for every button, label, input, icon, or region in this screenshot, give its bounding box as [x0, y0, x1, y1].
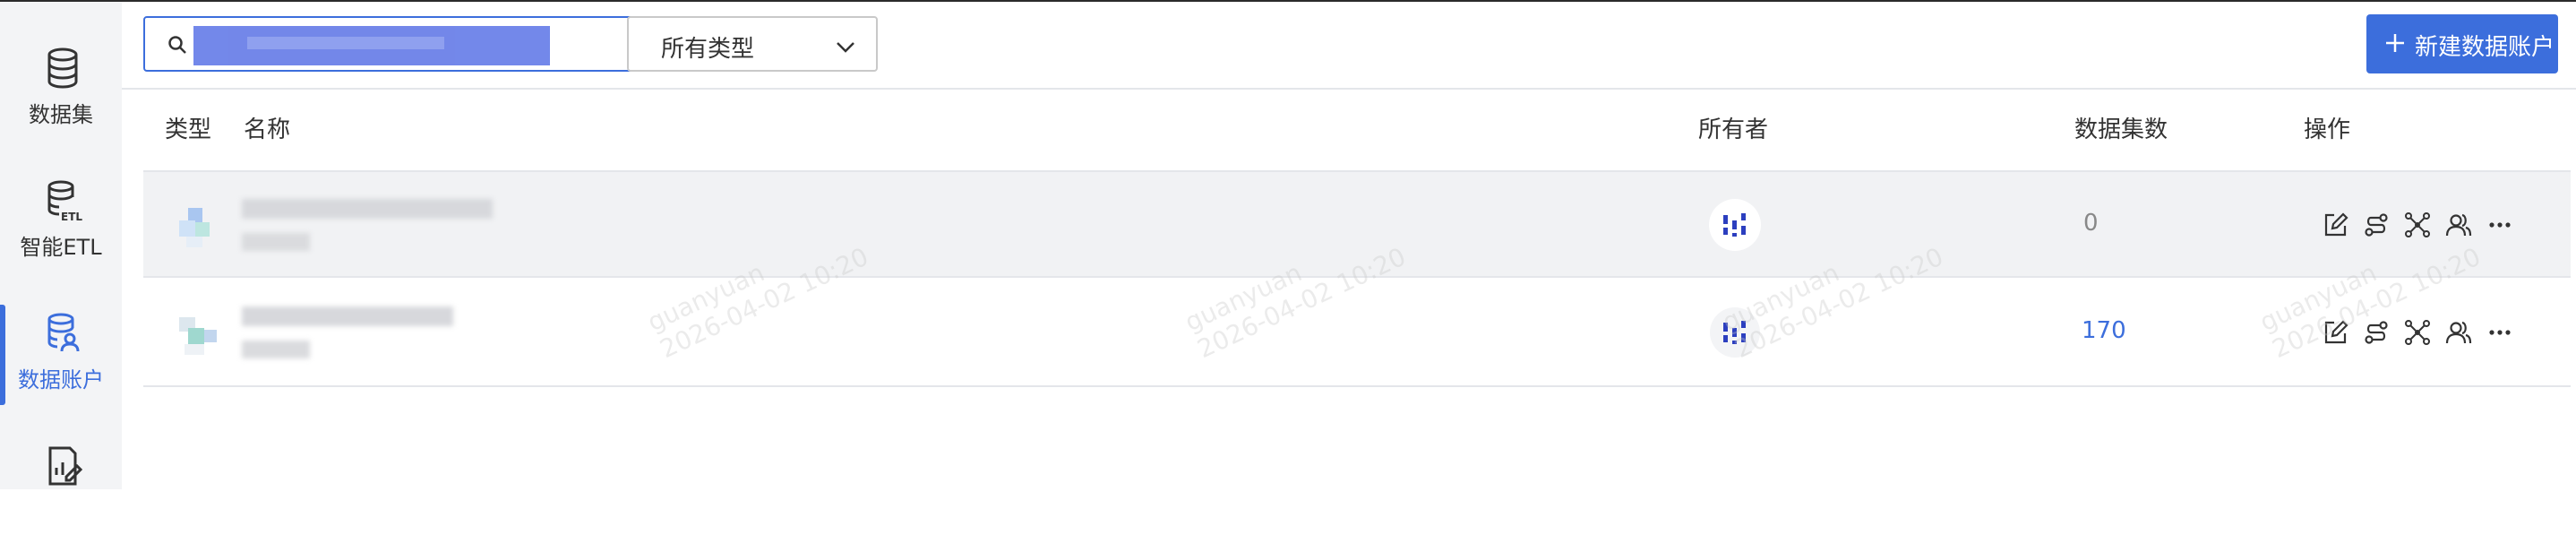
lineage-icon[interactable] — [2404, 319, 2431, 346]
plus-icon — [2386, 34, 2404, 52]
users-icon[interactable] — [2445, 319, 2472, 346]
column-header-dataset-count: 数据集数 — [2074, 116, 2168, 143]
dataset-count-link[interactable]: 170 — [2082, 317, 2126, 344]
sidebar-item-data-account[interactable]: 数据账户 — [0, 303, 122, 419]
more-icon[interactable] — [2486, 319, 2513, 346]
sidebar-item-report[interactable] — [0, 436, 122, 552]
column-header-owner: 所有者 — [1698, 116, 1769, 143]
edit-icon[interactable] — [2322, 211, 2348, 238]
new-button-label: 新建数据账户 — [2415, 34, 2555, 61]
report-edit-icon — [48, 446, 82, 486]
etl-database-icon: ETL — [47, 180, 82, 222]
sidebar-item-label: 智能ETL — [20, 235, 102, 260]
sidebar: 数据集 ETL 智能ETL 数据账户 — [0, 2, 122, 489]
new-data-account-button[interactable]: 新建数据账户 — [2366, 14, 2558, 73]
chevron-down-icon — [837, 42, 854, 53]
type-filter-value: 所有类型 — [661, 36, 755, 63]
sidebar-item-smart-etl[interactable]: ETL 智能ETL — [0, 170, 122, 287]
table-row[interactable]: 170 — [143, 280, 2571, 387]
window-top-border — [0, 0, 2576, 2]
account-type-icon — [179, 208, 210, 247]
svg-text:ETL: ETL — [61, 211, 82, 222]
account-name-redacted — [242, 306, 453, 326]
connection-icon[interactable] — [2363, 211, 2390, 238]
dataset-count: 0 — [2083, 210, 2099, 237]
sidebar-item-label: 数据账户 — [18, 367, 104, 392]
account-subtitle-redacted — [242, 233, 310, 251]
users-icon[interactable] — [2445, 211, 2472, 238]
type-filter-select[interactable]: 所有类型 — [627, 16, 878, 72]
account-type-icon — [179, 317, 217, 355]
search-icon — [168, 36, 186, 54]
table-row[interactable]: 0 — [143, 170, 2571, 278]
sidebar-item-datasets[interactable]: 数据集 — [0, 38, 122, 154]
sidebar-item-label: 数据集 — [29, 102, 93, 127]
data-account-icon — [47, 313, 80, 352]
column-header-type: 类型 — [165, 116, 212, 143]
connection-icon[interactable] — [2363, 319, 2390, 346]
edit-icon[interactable] — [2322, 319, 2348, 346]
lineage-icon[interactable] — [2404, 211, 2431, 238]
owner-avatar — [1709, 199, 1761, 251]
column-header-actions: 操作 — [2304, 116, 2351, 143]
column-header-name: 名称 — [244, 116, 291, 143]
owner-avatar — [1709, 306, 1761, 358]
toolbar-divider — [122, 88, 2576, 90]
account-subtitle-redacted — [242, 341, 310, 358]
search-input[interactable] — [195, 25, 700, 65]
database-icon — [47, 47, 78, 89]
more-icon[interactable] — [2486, 211, 2513, 238]
account-name-redacted — [242, 199, 493, 219]
